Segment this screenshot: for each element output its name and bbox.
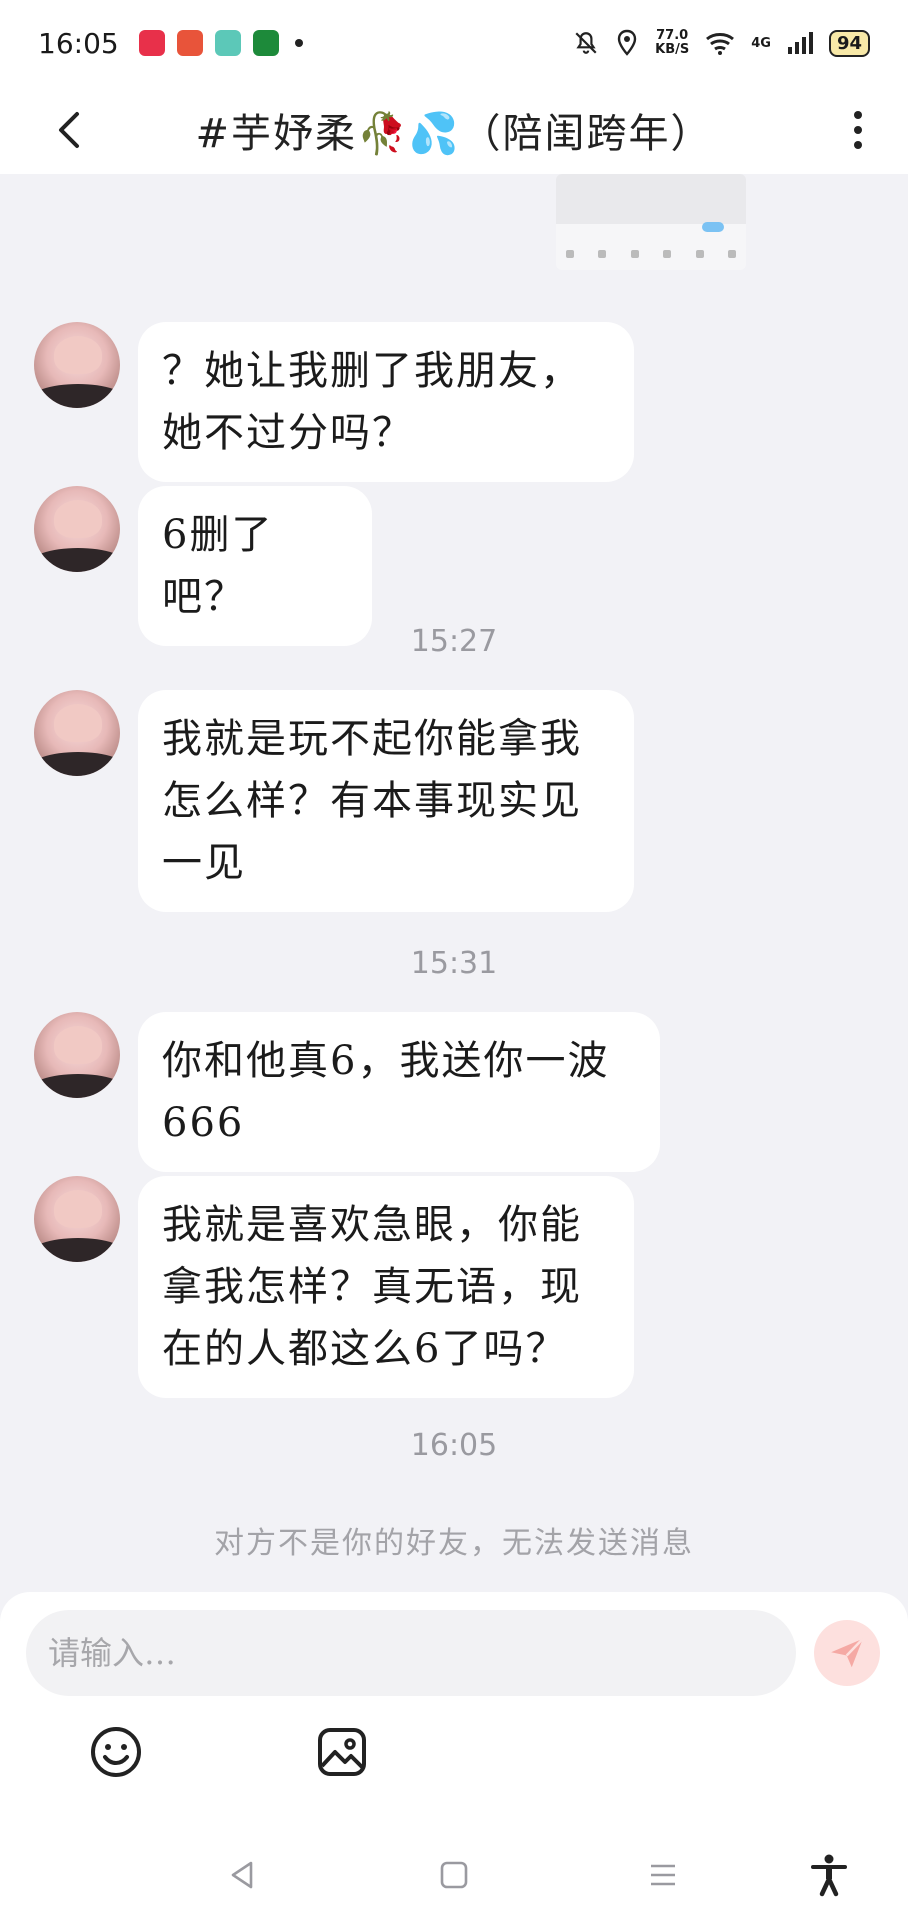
status-bar: 16:05 77.0 KB/S 4G 94 xyxy=(0,0,908,86)
nav-back-button[interactable] xyxy=(218,1850,268,1900)
message-row: ？她让我删了我朋友， 她不过分吗？ xyxy=(34,322,634,482)
app-notification-icon xyxy=(214,30,241,56)
timestamp: 15:27 xyxy=(410,624,498,659)
timestamp: 16:05 xyxy=(410,1428,498,1463)
not-friend-notice: 对方不是你的好友，无法发送消息 xyxy=(214,1526,694,1561)
message-line: 6删了吧？ xyxy=(162,512,274,620)
message-line: 在的人都这么6了吗？ xyxy=(162,1326,568,1372)
wifi-icon xyxy=(706,33,735,55)
message-row: 你和他真6，我送你一波 666 xyxy=(34,1012,660,1172)
back-button[interactable] xyxy=(44,104,96,156)
emoji-icon xyxy=(91,1727,141,1777)
emoji-button[interactable] xyxy=(86,1722,146,1782)
speed-value: 77.0 xyxy=(656,28,689,43)
thumbnail-highlight xyxy=(702,222,724,232)
home-square-icon xyxy=(440,1861,468,1889)
signal-icon xyxy=(787,32,813,54)
nav-accessibility-button[interactable] xyxy=(804,1850,854,1900)
thumbnail-toolbar xyxy=(566,250,736,258)
chevron-left-icon xyxy=(59,112,79,148)
avatar[interactable] xyxy=(34,690,120,776)
message-row: 我就是玩不起你能拿我 怎么样？有本事现实见 一见 xyxy=(34,690,634,912)
message-row: 我就是喜欢急眼，你能 拿我怎样？真无语，现 在的人都这么6了吗？ xyxy=(34,1176,634,1398)
avatar[interactable] xyxy=(34,1012,120,1098)
message-line: 我就是玩不起你能拿我 xyxy=(162,716,582,762)
message-input[interactable] xyxy=(26,1610,796,1696)
message-bubble[interactable]: 我就是玩不起你能拿我 怎么样？有本事现实见 一见 xyxy=(138,690,634,912)
send-button[interactable] xyxy=(814,1620,880,1686)
chat-header: #芋妤柔🥀💦（陪闺跨年） xyxy=(0,86,908,174)
nav-home-button[interactable] xyxy=(429,1850,479,1900)
message-line: 一见 xyxy=(162,840,246,886)
battery-indicator: 94 xyxy=(828,29,870,57)
message-bubble[interactable]: 你和他真6，我送你一波 666 xyxy=(138,1012,660,1172)
message-line: 拿我怎样？真无语，现 xyxy=(162,1264,582,1310)
app-notification-icon xyxy=(176,30,203,56)
message-bubble[interactable]: 我就是喜欢急眼，你能 拿我怎样？真无语，现 在的人都这么6了吗？ xyxy=(138,1176,634,1398)
chat-title: #芋妤柔🥀💦（陪闺跨年） xyxy=(195,111,713,157)
more-dot xyxy=(854,141,862,149)
system-nav-bar xyxy=(0,1830,908,1920)
avatar[interactable] xyxy=(34,1176,120,1262)
send-icon xyxy=(831,1637,864,1668)
back-triangle-icon xyxy=(231,1861,253,1889)
message-line: ？她让我删了我朋友， xyxy=(162,348,582,394)
image-icon xyxy=(318,1728,366,1776)
chat-screen: 16:05 77.0 KB/S 4G 94 #芋妤柔🥀💦（陪闺跨年） ？她让我删… xyxy=(0,0,908,1920)
message-line: 怎么样？有本事现实见 xyxy=(162,778,582,824)
location-icon xyxy=(617,29,637,56)
image-button[interactable] xyxy=(312,1722,372,1782)
avatar[interactable] xyxy=(34,322,120,408)
timestamp: 15:31 xyxy=(410,946,498,981)
app-notification-icon xyxy=(138,30,165,56)
message-line: 666 xyxy=(162,1100,245,1146)
message-bubble[interactable]: 6删了吧？ xyxy=(138,486,372,646)
more-notifications-dot xyxy=(294,39,303,47)
accessibility-icon xyxy=(811,1854,847,1897)
speed-unit: KB/S xyxy=(655,42,690,57)
message-line: 她不过分吗？ xyxy=(162,410,414,456)
network-speed: 77.0 KB/S xyxy=(655,29,689,57)
message-line: 我就是喜欢急眼，你能 xyxy=(162,1202,582,1248)
app-notification-icon xyxy=(252,30,279,56)
mute-bell-icon xyxy=(575,32,597,54)
menu-lines-icon xyxy=(651,1864,675,1886)
avatar[interactable] xyxy=(34,486,120,572)
thumbnail-content xyxy=(556,174,746,224)
message-line: 你和他真6，我送你一波 xyxy=(162,1038,610,1084)
status-time: 16:05 xyxy=(38,26,119,60)
network-type: 4G xyxy=(751,35,771,51)
shared-image-thumbnail[interactable] xyxy=(556,174,746,270)
more-options-button[interactable] xyxy=(838,104,878,156)
message-row: 6删了吧？ xyxy=(34,486,372,646)
message-bubble[interactable]: ？她让我删了我朋友， 她不过分吗？ xyxy=(138,322,634,482)
nav-recents-button[interactable] xyxy=(638,1850,688,1900)
more-dot xyxy=(854,126,862,134)
more-dot xyxy=(854,111,862,119)
